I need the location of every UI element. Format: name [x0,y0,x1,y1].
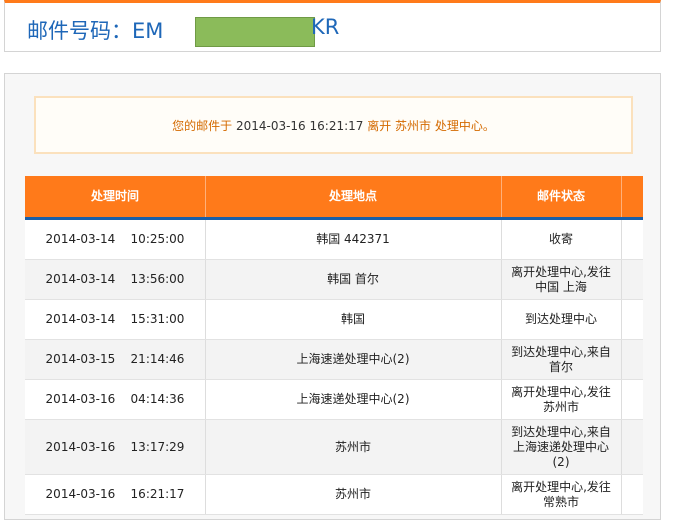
row-time: 2014-03-14 13:56:00 [45,272,185,286]
notice-text: 您的邮件于 2014-03-16 16:21:17 离开 苏州市 处理中心。 [36,117,631,134]
row-divider [205,420,206,474]
table-row: 2014-03-14 10:25:00 韩国 442371 收寄 [25,220,643,260]
notice-part1: 您的邮件于 [172,119,233,133]
row-divider [621,475,622,514]
row-place: 上海速递处理中心(2) [296,392,410,406]
row-place: 韩国 [340,312,365,326]
row-divider [621,340,622,379]
table-header: 处理时间 处理地点 邮件状态 [25,176,643,220]
header-status: 邮件状态 [536,189,585,203]
row-divider [501,475,502,514]
row-divider [621,420,622,474]
row-time: 2014-03-14 10:25:00 [45,232,185,246]
table-row: 2014-03-14 15:31:00 韩国 到达处理中心 [25,300,643,340]
mail-number-suffix: KR [311,15,340,39]
row-divider [205,300,206,339]
table-row: 2014-03-14 13:56:00 韩国 首尔 离开处理中心,发往中国 上海 [25,260,643,300]
row-time: 2014-03-16 04:14:36 [45,392,185,406]
notice-part2: 离开 苏州市 处理中心。 [367,119,495,133]
row-divider [501,420,502,474]
row-divider [621,220,622,259]
row-divider [621,380,622,419]
row-divider [621,300,622,339]
row-divider [501,340,502,379]
row-status: 离开处理中心,发往苏州市 [511,384,611,414]
row-status: 离开处理中心,发往常熟市 [511,479,611,509]
row-divider [205,475,206,514]
row-place: 苏州市 [334,487,371,501]
row-status: 离开处理中心,发往中国 上海 [511,264,611,294]
row-time: 2014-03-16 13:17:29 [45,439,185,454]
row-divider [205,220,206,259]
table-row: 2014-03-16 13:17:29 苏州市 到达处理中心,来自上海速递处理中… [25,420,643,475]
row-divider [501,380,502,419]
row-time: 2014-03-14 15:31:00 [45,312,185,326]
tracking-table: 处理时间 处理地点 邮件状态 2014-03-14 10:25:00 韩国 44… [25,176,643,515]
status-notice: 您的邮件于 2014-03-16 16:21:17 离开 苏州市 处理中心。 [34,96,633,154]
redaction-mask [195,17,315,47]
table-row: 2014-03-16 16:21:17 苏州市 离开处理中心,发往常熟市 [25,475,643,515]
row-place: 韩国 442371 [316,232,390,246]
header-divider [501,176,502,217]
row-place: 上海速递处理中心(2) [296,352,410,366]
row-divider [501,300,502,339]
table-row: 2014-03-15 21:14:46 上海速递处理中心(2) 到达处理中心,来… [25,340,643,380]
row-time: 2014-03-16 16:21:17 [45,487,185,501]
row-divider [205,260,206,299]
row-divider [205,340,206,379]
header-time: 处理时间 [90,189,139,203]
row-status: 到达处理中心,来自上海速递处理中心(2) [511,424,611,469]
row-place: 苏州市 [334,439,371,454]
table-row: 2014-03-16 04:14:36 上海速递处理中心(2) 离开处理中心,发… [25,380,643,420]
notice-datetime: 2014-03-16 16:21:17 [235,119,364,133]
header-place: 处理地点 [328,189,377,203]
mail-number-prefix: 邮件号码：EM [27,19,164,43]
row-divider [205,380,206,419]
header-divider [621,176,622,217]
row-status: 到达处理中心,来自首尔 [511,344,611,374]
row-status: 收寄 [548,232,573,246]
row-place: 韩国 首尔 [327,272,379,286]
row-time: 2014-03-15 21:14:46 [45,352,185,366]
mail-number-header: 邮件号码：EM KR [4,0,661,52]
header-divider [205,176,206,217]
row-status: 到达处理中心 [524,312,597,326]
row-divider [621,260,622,299]
row-divider [501,260,502,299]
row-divider [501,220,502,259]
